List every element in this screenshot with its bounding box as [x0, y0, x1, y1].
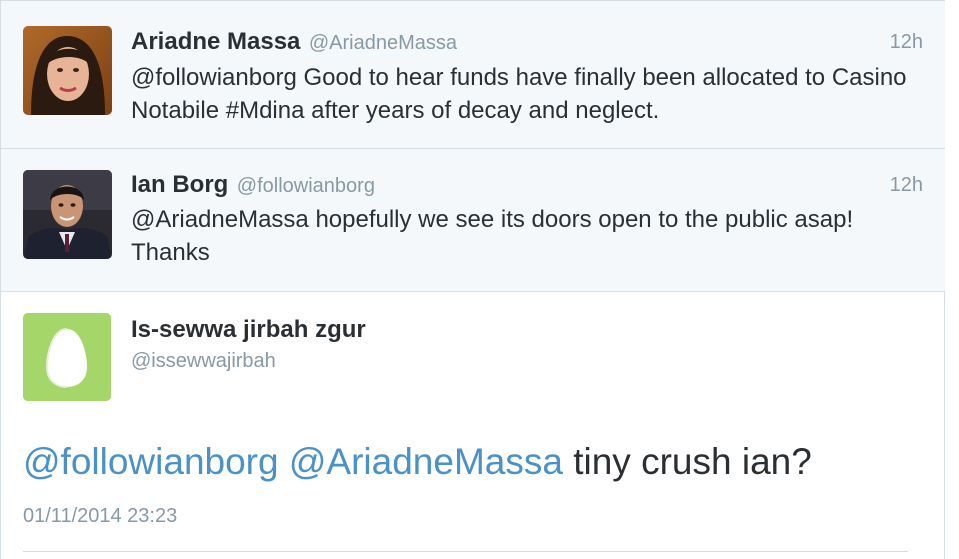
user-handle[interactable]: @followianborg	[237, 175, 375, 197]
default-egg-icon	[23, 313, 111, 401]
mention-link[interactable]: @followianborg	[23, 441, 279, 482]
tweet-header: Ian Borg @followianborg 12h	[131, 171, 923, 201]
tweet-timestamp[interactable]: 12h	[890, 174, 923, 197]
tweet-body: tiny crush ian?	[562, 441, 812, 482]
profile-photo-woman	[23, 26, 112, 115]
tweet-text: @followianborg Good to hear funds have f…	[131, 64, 907, 124]
conversation-tweet[interactable]: Ian Borg @followianborg 12h @AriadneMass…	[1, 149, 945, 292]
profile-photo-man	[23, 170, 112, 259]
mention-link[interactable]: @AriadneMassa	[289, 441, 563, 482]
user-handle[interactable]: @issewwajirbah	[131, 350, 276, 373]
avatar[interactable]	[23, 313, 111, 401]
user-fullname[interactable]: Ian Borg	[131, 171, 228, 198]
user-fullname[interactable]: Is-sewwa jirbah zgur	[131, 316, 366, 344]
divider	[23, 551, 908, 552]
avatar[interactable]	[23, 26, 112, 115]
conversation-tweet[interactable]: Ariadne Massa @AriadneMassa 12h @followi…	[1, 0, 945, 149]
tweet-conversation: Ariadne Massa @AriadneMassa 12h @followi…	[0, 0, 945, 559]
tweet-header: Ariadne Massa @AriadneMassa 12h	[131, 28, 923, 58]
tweet-timestamp[interactable]: 12h	[890, 31, 923, 54]
tweet-text: @AriadneMassa hopefully we see its doors…	[131, 206, 854, 266]
tweet-date[interactable]: 01/11/2014 23:23	[23, 505, 177, 528]
main-tweet-text: @followianborg @AriadneMassa tiny crush …	[23, 440, 812, 484]
user-fullname[interactable]: Ariadne Massa	[131, 28, 300, 55]
avatar[interactable]	[23, 170, 112, 259]
user-handle[interactable]: @AriadneMassa	[309, 32, 457, 54]
